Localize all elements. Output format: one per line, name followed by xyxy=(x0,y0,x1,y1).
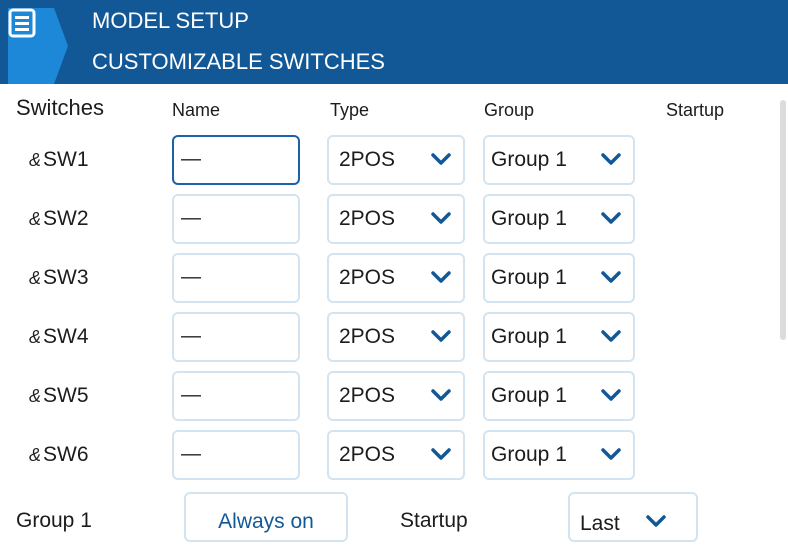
type-dropdown[interactable]: 2POS xyxy=(327,430,465,480)
page-title: MODEL SETUP xyxy=(92,8,249,33)
group-value: Group 1 xyxy=(491,148,567,171)
type-dropdown[interactable]: 2POS xyxy=(327,312,465,362)
type-value: 2POS xyxy=(339,148,396,171)
switch-icon: & xyxy=(29,327,42,347)
name-value: — xyxy=(181,384,201,406)
switch-label: & SW5 xyxy=(29,383,89,409)
switch-icon: & xyxy=(29,268,42,288)
switch-icon: & xyxy=(29,209,42,229)
column-header-type: Type xyxy=(330,100,370,120)
group-dropdown[interactable]: Group 1 xyxy=(483,430,635,480)
switch-icon: & xyxy=(29,445,42,465)
name-field[interactable]: — xyxy=(172,194,300,244)
chevron-down-icon xyxy=(601,330,621,342)
switch-label: & SW6 xyxy=(29,442,89,468)
switch-name: SW6 xyxy=(43,443,89,466)
chevron-down-icon xyxy=(431,330,451,342)
menu-icon xyxy=(8,8,36,38)
type-value: 2POS xyxy=(339,384,396,407)
switch-name: SW5 xyxy=(43,384,89,407)
chevron-down-icon xyxy=(601,212,621,224)
type-value: 2POS xyxy=(339,266,396,289)
chevron-down-icon xyxy=(601,389,621,401)
group-dropdown[interactable]: Group 1 xyxy=(483,371,635,421)
switch-label: & SW1 xyxy=(29,147,89,173)
group-dropdown[interactable]: Group 1 xyxy=(483,253,635,303)
group-startup-label: Startup xyxy=(400,509,468,532)
switch-name: SW4 xyxy=(43,325,89,348)
page-subtitle: CUSTOMIZABLE SWITCHES xyxy=(92,49,385,74)
group-startup-dropdown[interactable]: Last xyxy=(568,492,698,542)
group-value: Group 1 xyxy=(491,266,567,289)
group-label: Group 1 xyxy=(16,509,92,532)
name-field[interactable]: — xyxy=(172,430,300,480)
header-bar: MODEL SETUP CUSTOMIZABLE SWITCHES xyxy=(0,0,788,84)
chevron-down-icon xyxy=(431,448,451,460)
switch-label: & SW2 xyxy=(29,206,89,232)
chevron-down-icon xyxy=(431,212,451,224)
chevron-down-icon xyxy=(431,389,451,401)
switch-label: & SW4 xyxy=(29,324,89,350)
column-header-startup: Startup xyxy=(666,100,725,120)
switch-icon: & xyxy=(29,386,42,406)
chevron-down-icon xyxy=(601,153,621,165)
type-value: 2POS xyxy=(339,325,396,348)
name-field[interactable]: — xyxy=(172,135,300,185)
type-dropdown[interactable]: 2POS xyxy=(327,371,465,421)
group-value: Group 1 xyxy=(491,384,567,407)
name-value: — xyxy=(181,325,201,347)
chevron-down-icon xyxy=(601,448,621,460)
switch-icon: & xyxy=(29,150,42,170)
chevron-down-icon xyxy=(431,271,451,283)
column-header-group: Group xyxy=(484,100,535,120)
name-value: — xyxy=(181,207,201,229)
type-dropdown[interactable]: 2POS xyxy=(327,253,465,303)
group-value: Group 1 xyxy=(491,207,567,230)
name-value: — xyxy=(181,443,201,465)
group-dropdown[interactable]: Group 1 xyxy=(483,194,635,244)
type-dropdown[interactable]: 2POS xyxy=(327,194,465,244)
column-header-name: Name xyxy=(172,100,221,120)
switch-name: SW1 xyxy=(43,148,89,171)
group-startup-value: Last xyxy=(580,512,620,535)
group-dropdown[interactable]: Group 1 xyxy=(483,312,635,362)
name-value: — xyxy=(181,266,201,288)
group-value: Group 1 xyxy=(491,443,567,466)
name-field[interactable]: — xyxy=(172,253,300,303)
name-value: — xyxy=(181,148,201,170)
column-header-switches: Switches xyxy=(16,95,105,120)
type-dropdown[interactable]: 2POS xyxy=(327,135,465,185)
group-mode-button[interactable]: Always on xyxy=(184,492,348,542)
switch-label: & SW3 xyxy=(29,265,89,291)
chevron-down-icon xyxy=(646,515,666,527)
chevron-down-icon xyxy=(431,153,451,165)
group-dropdown[interactable]: Group 1 xyxy=(483,135,635,185)
name-field[interactable]: — xyxy=(172,312,300,362)
name-field[interactable]: — xyxy=(172,371,300,421)
group-value: Group 1 xyxy=(491,325,567,348)
switch-name: SW2 xyxy=(43,207,89,230)
menu-button[interactable] xyxy=(8,8,68,84)
type-value: 2POS xyxy=(339,207,396,230)
chevron-down-icon xyxy=(601,271,621,283)
switch-name: SW3 xyxy=(43,266,89,289)
scrollbar[interactable] xyxy=(780,100,786,340)
type-value: 2POS xyxy=(339,443,396,466)
